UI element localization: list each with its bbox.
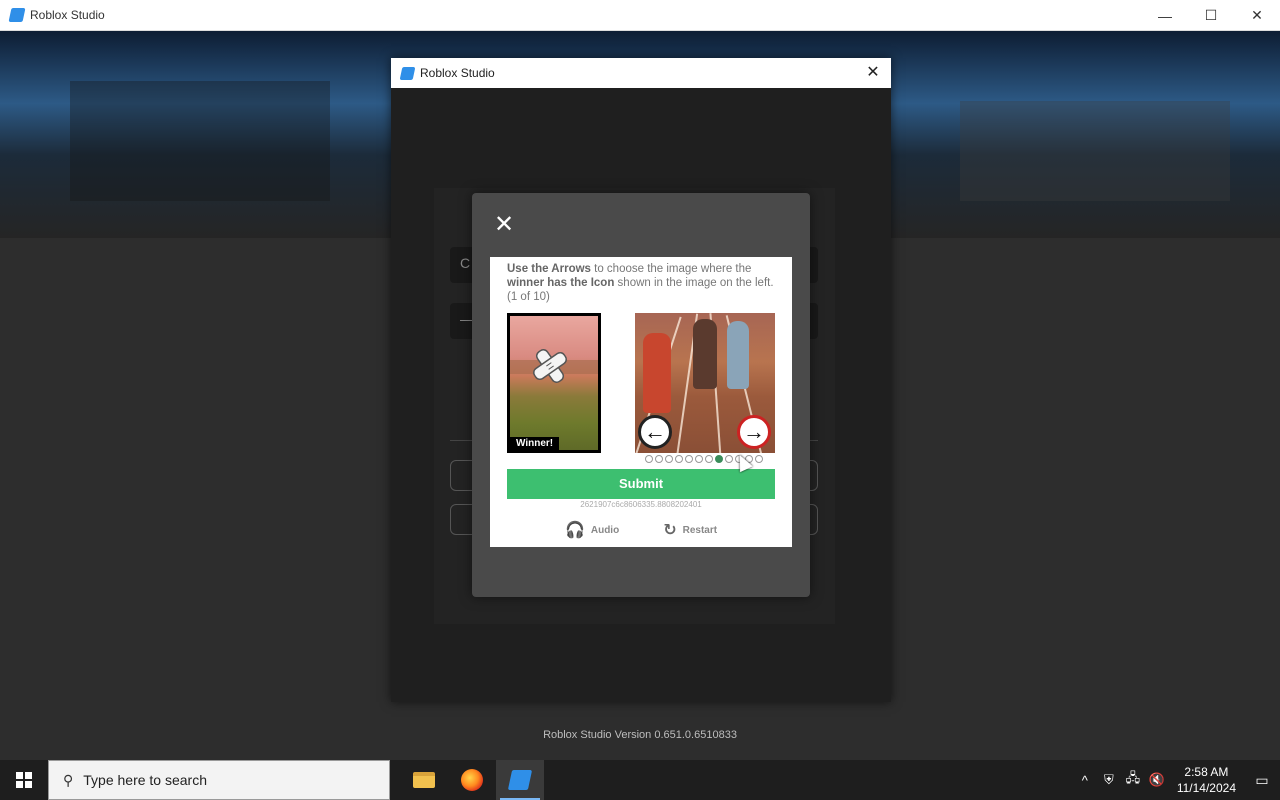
dialog-title: Roblox Studio: [420, 66, 495, 80]
runner: [643, 333, 671, 413]
instruction-emphasis: winner has the Icon: [507, 277, 615, 289]
clock-date: 11/14/2024: [1176, 781, 1236, 795]
submit-button[interactable]: Submit: [507, 469, 775, 499]
page-dot: [715, 455, 723, 463]
file-explorer-button[interactable]: [400, 760, 448, 800]
taskbar: ⚲ Type here to search ^ ⛨ 🖧 🔇 2:58 AM 11…: [0, 760, 1280, 800]
firefox-icon: [461, 769, 483, 791]
audio-button[interactable]: 🎧 Audio: [565, 520, 619, 540]
next-arrow-button[interactable]: →: [737, 415, 771, 449]
roblox-studio-icon: [8, 8, 26, 22]
bandage-icon: [533, 349, 567, 383]
folder-icon: [413, 772, 435, 788]
restart-icon: ↻: [663, 522, 677, 539]
audio-label: Audio: [590, 524, 620, 536]
main-titlebar: Roblox Studio — ☐ ✕: [0, 0, 1280, 31]
captcha-modal: ✕ Use the Arrows to choose the image whe…: [472, 193, 810, 597]
choice-image: ← →: [635, 313, 775, 453]
runner: [727, 321, 749, 389]
search-icon: ⚲: [63, 771, 74, 788]
start-button[interactable]: [0, 760, 48, 800]
roblox-studio-icon: [507, 770, 533, 790]
background-block: [70, 81, 330, 201]
dialog-close-button[interactable]: ✕: [863, 63, 883, 83]
page-dot: [655, 455, 663, 463]
page-dot: [645, 455, 653, 463]
instruction-text: to choose the image where the: [590, 263, 752, 275]
network-icon[interactable]: 🖧: [1121, 769, 1145, 791]
page-dot: [725, 455, 733, 463]
winner-label: Winner!: [510, 437, 560, 450]
restart-label: Restart: [682, 524, 718, 536]
page-dot: [695, 455, 703, 463]
captcha-card: Use the Arrows to choose the image where…: [490, 257, 792, 547]
page-dot: [705, 455, 713, 463]
roblox-studio-taskbar-button[interactable]: [496, 760, 544, 800]
system-tray: ^ ⛨ 🖧 🔇 2:58 AM 11/14/2024 ▭: [1073, 760, 1280, 800]
close-window-button[interactable]: ✕: [1234, 0, 1280, 31]
captcha-instructions: Use the Arrows to choose the image where…: [507, 262, 777, 304]
captcha-close-button[interactable]: ✕: [492, 213, 516, 237]
session-id: 2621907c6c8606335.8808202401: [580, 500, 702, 509]
taskbar-apps: [400, 760, 544, 800]
taskbar-search[interactable]: ⚲ Type here to search: [48, 760, 390, 800]
minimize-button[interactable]: —: [1142, 0, 1188, 31]
chevron-up-icon[interactable]: ^: [1073, 773, 1097, 788]
reference-image: Winner!: [507, 313, 601, 453]
restart-button[interactable]: ↻ Restart: [663, 520, 717, 540]
security-icon[interactable]: ⛨: [1097, 772, 1121, 788]
roblox-studio-icon: [399, 66, 416, 80]
page-dot: [685, 455, 693, 463]
headphones-icon: 🎧: [564, 522, 585, 539]
main-window-title: Roblox Studio: [30, 8, 105, 22]
firefox-button[interactable]: [448, 760, 496, 800]
background-block: [960, 101, 1230, 201]
runner: [693, 319, 717, 389]
instruction-emphasis: Use the Arrows: [507, 263, 591, 275]
page-dot: [675, 455, 683, 463]
page-dot: [755, 455, 763, 463]
clock[interactable]: 2:58 AM 11/14/2024: [1177, 764, 1236, 796]
captcha-actions: 🎧 Audio ↻ Restart: [490, 520, 792, 540]
page-dot: [665, 455, 673, 463]
notifications-icon[interactable]: ▭: [1244, 772, 1280, 789]
maximize-button[interactable]: ☐: [1188, 0, 1234, 31]
version-text: Roblox Studio Version 0.651.0.6510833: [543, 729, 737, 741]
clock-time: 2:58 AM: [1184, 765, 1229, 779]
search-placeholder: Type here to search: [83, 772, 208, 788]
previous-arrow-button[interactable]: ←: [638, 415, 672, 449]
dialog-titlebar: Roblox Studio ✕: [391, 58, 891, 88]
volume-muted-icon[interactable]: 🔇: [1145, 772, 1169, 788]
window-controls: — ☐ ✕: [1142, 0, 1280, 31]
windows-icon: [16, 772, 32, 788]
